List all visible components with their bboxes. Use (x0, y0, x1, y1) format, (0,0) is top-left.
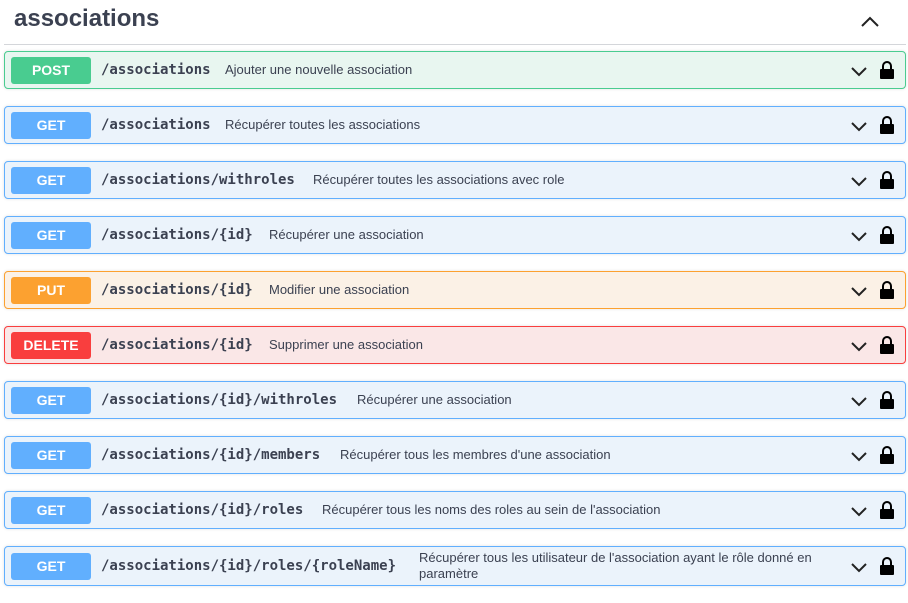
method-badge: DELETE (11, 332, 91, 359)
operation-path: /associations (101, 117, 211, 133)
method-badge: PUT (11, 277, 91, 304)
operation-summary: Ajouter une nouvelle association (225, 62, 413, 77)
operation-path: /associations/{id}/withroles (101, 392, 338, 408)
operation-summary: Récupérer toutes les associations (225, 117, 421, 132)
operation-path: /associations/{id} (101, 282, 253, 298)
method-badge: GET (11, 553, 91, 580)
operation-summary: Récupérer tous les utilisateur de l'asso… (419, 550, 812, 581)
method-badge: GET (11, 167, 91, 194)
chevron-up-icon[interactable] (858, 10, 882, 34)
chevron-down-icon[interactable] (849, 116, 869, 136)
operation-path: /associations (101, 62, 211, 78)
operation-summary: Supprimer une association (269, 337, 423, 352)
chevron-down-icon[interactable] (849, 446, 869, 466)
operation-put-association[interactable]: PUT /associations/{id} Modifier une asso… (4, 271, 906, 309)
chevron-down-icon[interactable] (849, 557, 869, 577)
chevron-down-icon[interactable] (849, 336, 869, 356)
operation-get-association-members[interactable]: GET /associations/{id}/members Récupérer… (4, 436, 906, 474)
chevron-down-icon[interactable] (849, 501, 869, 521)
lock-icon[interactable] (879, 500, 895, 520)
operation-get-association-withroles[interactable]: GET /associations/{id}/withroles Récupér… (4, 381, 906, 419)
operation-get-association-role-users[interactable]: GET /associations/{id}/roles/{roleName} … (4, 546, 906, 586)
operation-summary: Récupérer tous les noms des roles au sei… (322, 502, 661, 517)
lock-icon[interactable] (879, 280, 895, 300)
lock-icon[interactable] (879, 115, 895, 135)
lock-icon[interactable] (879, 60, 895, 80)
lock-icon[interactable] (879, 335, 895, 355)
method-badge: GET (11, 112, 91, 139)
operation-path: /associations/{id}/roles (101, 502, 304, 518)
operation-summary: Récupérer tous les membres d'une associa… (340, 447, 611, 462)
section-header[interactable]: associations (4, 0, 906, 45)
method-badge: GET (11, 442, 91, 469)
operation-post-associations[interactable]: POST /associations Ajouter une nouvelle … (4, 51, 906, 89)
operation-get-association-by-id[interactable]: GET /associations/{id} Récupérer une ass… (4, 216, 906, 254)
chevron-down-icon[interactable] (849, 61, 869, 81)
operation-path: /associations/withroles (101, 172, 295, 188)
method-badge: POST (11, 57, 91, 84)
lock-icon[interactable] (879, 225, 895, 245)
lock-icon[interactable] (879, 556, 895, 576)
operation-summary: Modifier une association (269, 282, 410, 297)
chevron-down-icon[interactable] (849, 226, 869, 246)
operations-list: POST /associations Ajouter une nouvelle … (4, 51, 906, 603)
operation-get-associations[interactable]: GET /associations Récupérer toutes les a… (4, 106, 906, 144)
operation-get-association-roles[interactable]: GET /associations/{id}/roles Récupérer t… (4, 491, 906, 529)
lock-icon[interactable] (879, 445, 895, 465)
operation-summary: Récupérer toutes les associations avec r… (313, 172, 565, 187)
operation-path: /associations/{id} (101, 227, 253, 243)
lock-icon[interactable] (879, 390, 895, 410)
operation-summary: Récupérer une association (269, 227, 424, 242)
chevron-down-icon[interactable] (849, 391, 869, 411)
operation-delete-association[interactable]: DELETE /associations/{id} Supprimer une … (4, 326, 906, 364)
method-badge: GET (11, 222, 91, 249)
operation-summary: Récupérer une association (357, 392, 512, 407)
method-badge: GET (11, 497, 91, 524)
operation-path: /associations/{id}/members (101, 447, 321, 463)
chevron-down-icon[interactable] (849, 281, 869, 301)
operation-get-associations-withroles[interactable]: GET /associations/withroles Récupérer to… (4, 161, 906, 199)
operation-path: /associations/{id} (101, 337, 253, 353)
method-badge: GET (11, 387, 91, 414)
section-title: associations (14, 5, 160, 32)
lock-icon[interactable] (879, 170, 895, 190)
chevron-down-icon[interactable] (849, 171, 869, 191)
operation-path: /associations/{id}/roles/{roleName} (101, 558, 397, 574)
